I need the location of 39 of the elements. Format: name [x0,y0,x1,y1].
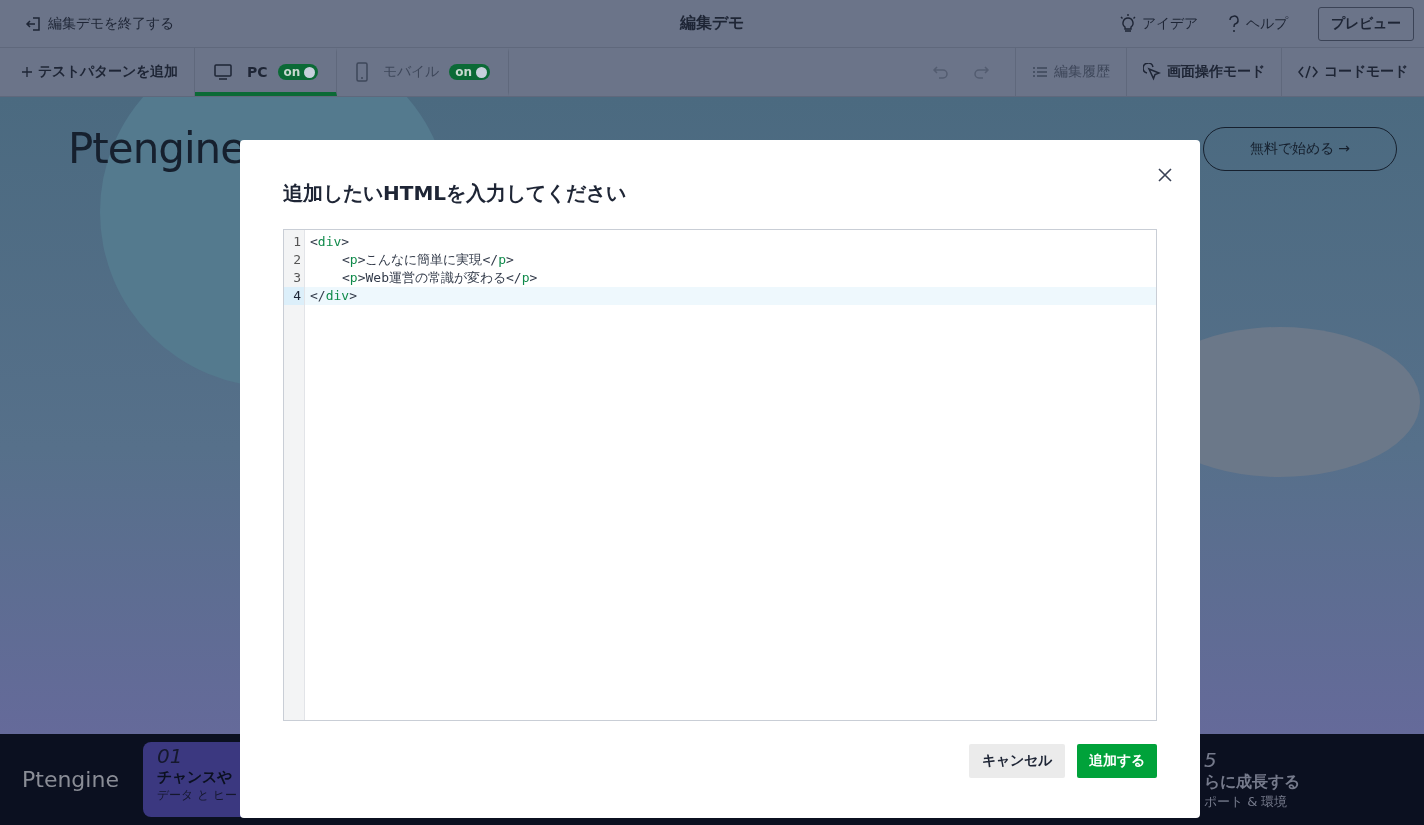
code-icon [1298,64,1318,80]
card-number: 01 [157,744,184,768]
code-line: <p>Web運営の常識が変わる</p> [341,269,539,287]
screen-mode-button[interactable]: 画面操作モード [1126,48,1281,96]
cursor-icon [1143,63,1161,81]
line-number: 4 [284,287,304,305]
card-title: チャンスや [157,768,233,787]
close-icon [1158,168,1172,182]
lightbulb-icon [1120,13,1136,34]
idea-button[interactable]: アイデア [1120,13,1198,34]
add-button[interactable]: 追加する [1077,744,1157,778]
cancel-button[interactable]: キャンセル [969,744,1065,778]
code-mode-button[interactable]: コードモード [1281,48,1424,96]
list-icon [1032,65,1048,79]
code-line: <p>こんなに簡単に実現</p> [341,251,515,269]
add-test-pattern-button[interactable]: テストパターンを追加 [0,48,195,96]
footer-logo: Ptengine [22,767,120,792]
close-button[interactable] [1158,168,1172,182]
code-editor[interactable]: 1 2 3 4 <div> <p>こんなに簡単に実現</p> <p>Web運営の常識が変わる</p> </div> [283,229,1157,721]
line-number: 2 [292,251,302,269]
on-toggle[interactable]: on [449,64,491,80]
exit-demo-button[interactable]: 編集デモを終了する [24,14,174,33]
line-number: 1 [292,233,302,251]
card-title: らに成長する [1204,772,1301,793]
help-button[interactable]: ヘルプ [1228,14,1288,33]
card-subtitle: ポート & 環境 [1204,793,1289,811]
code-line: <div> [309,233,351,251]
on-toggle[interactable]: on [277,64,319,80]
card-number: 5 [1204,748,1218,772]
preview-button[interactable]: プレビュー [1318,6,1414,41]
page-title: 編集デモ [680,13,744,34]
plus-icon [22,67,32,77]
phone-icon [355,62,370,82]
exit-icon [24,14,42,33]
line-number: 3 [292,269,302,287]
help-icon [1228,14,1240,33]
card-subtitle: データ と ヒー [157,787,237,804]
dialog-title: 追加したいHTMLを入力してください [283,180,628,207]
monitor-icon [213,63,233,81]
